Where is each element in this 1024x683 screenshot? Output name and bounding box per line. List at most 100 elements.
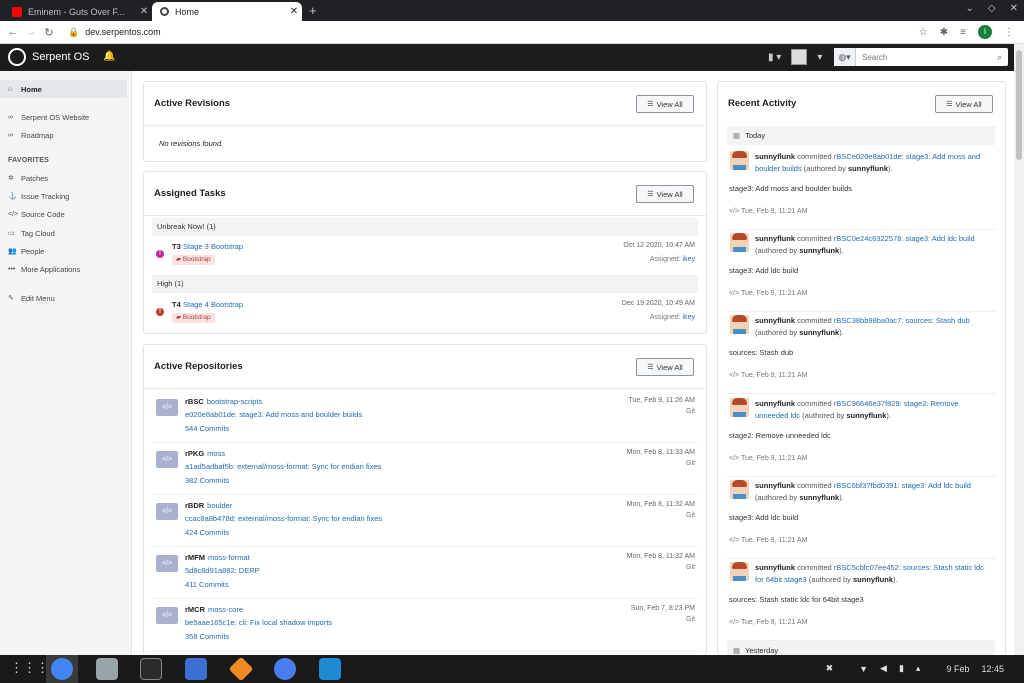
commit-count-link[interactable]: 424 Commits (185, 528, 229, 537)
task-link[interactable]: Stage 4 Bootstrap (183, 300, 243, 309)
repository-row[interactable]: </> rPKG moss a1ad5adbaf5b: external/moss… (152, 443, 698, 495)
maximize-icon[interactable]: ◇ (988, 3, 996, 14)
sidebar-item-tag-cloud[interactable]: ▭ Tag Cloud (0, 224, 127, 242)
task-row[interactable]: ! T4 Stage 4 Bootstrap ▰ Bootstrap Dec 1… (152, 294, 698, 330)
scrollbar-thumb[interactable] (1016, 50, 1022, 160)
user-avatar[interactable] (730, 315, 749, 334)
repository-link[interactable]: moss-core (208, 605, 243, 614)
user-avatar[interactable] (730, 233, 749, 252)
user-link[interactable]: sunnyflunk (755, 563, 795, 572)
author-link[interactable]: sunnyflunk (848, 164, 888, 173)
commit-count-link[interactable]: 382 Commits (185, 476, 229, 485)
user-avatar[interactable] (730, 151, 749, 170)
repository-row[interactable]: </> rMFM moss-format 5d8c8d91a882: DERP 4… (152, 547, 698, 599)
task-row[interactable]: ! T3 Stage 3 Bootstrap ▰ Bootstrap Oct 1… (152, 236, 698, 272)
tasks-icon[interactable] (185, 658, 207, 680)
view-all-button[interactable]: ☰ View All (636, 185, 694, 203)
battery-icon[interactable]: ▮ (899, 663, 904, 674)
user-link[interactable]: sunnyflunk (755, 316, 795, 325)
assignee-link[interactable]: ikey (683, 256, 695, 263)
tab-home[interactable]: Home ✕ (152, 2, 302, 21)
user-link[interactable]: sunnyflunk (755, 234, 795, 243)
files-icon[interactable] (96, 658, 118, 680)
author-link[interactable]: sunnyflunk (853, 575, 893, 584)
commit-link[interactable]: rBSC0e24c6322578: stage3: Add ldc build (834, 234, 975, 243)
task-link[interactable]: Stage 3 Bootstrap (183, 242, 243, 251)
repository-link[interactable]: moss-format (208, 553, 250, 562)
user-link[interactable]: sunnyflunk (755, 481, 795, 490)
repository-row[interactable]: </> rMCR moss-core be5aae165c1e: cli: Fix… (152, 599, 698, 651)
tab-youtube[interactable]: Eminem - Guts Over F... ✕ (4, 2, 152, 21)
commit-link[interactable]: be5aae165c1e: cli: Fix local shadow impo… (185, 618, 332, 627)
commit-link[interactable]: rBSC6bf37fbd0391: stage3: Add ldc build (834, 481, 971, 490)
media-queue-icon[interactable]: ≡ (960, 27, 966, 38)
sidebar-item-more-applications[interactable]: ••• More Applications (0, 260, 127, 278)
repository-row[interactable]: </> rBDR boulder ccac8a8b478d: external/m… (152, 495, 698, 547)
page-scrollbar[interactable] (1014, 44, 1024, 655)
assignee-link[interactable]: ikey (683, 314, 695, 321)
sidebar-item-people[interactable]: 👥 People (0, 242, 127, 260)
commit-link[interactable]: a1ad5adbaf5b: external/moss-format: Sync… (185, 462, 381, 471)
commit-link[interactable]: 5d8c8d91a882: DERP (185, 566, 260, 575)
signal-icon[interactable] (274, 658, 296, 680)
close-icon[interactable]: ✕ (136, 6, 152, 17)
sidebar-item-issue-tracking[interactable]: ⚓ Issue Tracking (0, 187, 127, 205)
project-tag[interactable]: ▰ Bootstrap (172, 255, 215, 265)
forward-icon[interactable]: → (22, 26, 40, 38)
user-avatar[interactable] (730, 562, 749, 581)
user-avatar[interactable] (730, 398, 749, 417)
author-link[interactable]: sunnyflunk (799, 246, 839, 255)
wifi-icon[interactable]: ▼ (859, 664, 868, 674)
app-name[interactable]: Serpent OS (32, 51, 89, 63)
view-all-button[interactable]: ☰ View All (636, 358, 694, 376)
chevron-down-icon[interactable]: ▾ (817, 52, 822, 63)
search-icon[interactable]: ⌕ (997, 52, 1002, 63)
repository-row[interactable]: </> rBSC bootstrap-scripts e020e8ab01de: … (152, 391, 698, 443)
vscode-icon[interactable] (319, 658, 341, 680)
repository-link[interactable]: bootstrap-scripts (207, 397, 262, 406)
bookmark-star-icon[interactable]: ☆ (919, 27, 928, 38)
close-icon[interactable]: ✕ (286, 6, 302, 17)
view-all-button[interactable]: ☰ View All (636, 95, 694, 113)
back-icon[interactable]: ← (4, 26, 22, 38)
minimize-icon[interactable]: ⌄ (966, 3, 974, 14)
commit-link[interactable]: rBSC38bb98ba0ac7: sources: Stash dub (834, 316, 970, 325)
project-tag[interactable]: ▰ Bootstrap (172, 313, 215, 323)
repository-link[interactable]: moss (207, 449, 225, 458)
sidebar-item-roadmap[interactable]: ∞ Roadmap (0, 126, 127, 144)
menu-kebab-icon[interactable]: ⋮ (1004, 27, 1014, 38)
sidebar-item-source-code[interactable]: </> Source Code (0, 205, 127, 223)
volume-icon[interactable]: ◀ (880, 663, 887, 674)
address-bar[interactable]: 🔒 dev.serpentos.com (68, 27, 161, 38)
search-input[interactable] (862, 52, 997, 62)
sidebar-item-home[interactable]: ⌂ Home (0, 80, 127, 98)
chrome-icon[interactable] (51, 658, 73, 680)
terminal-icon[interactable] (140, 658, 162, 680)
user-avatar[interactable] (730, 480, 749, 499)
bookmark-icon[interactable]: ▮ ▾ (768, 52, 781, 63)
commit-count-link[interactable]: 544 Commits (185, 424, 229, 433)
sidebar-item-patches[interactable]: ✲ Patches (0, 169, 127, 187)
hexchat-icon[interactable] (228, 656, 254, 682)
repository-link[interactable]: boulder (207, 501, 232, 510)
new-tab-button[interactable]: + (309, 3, 317, 18)
author-link[interactable]: sunnyflunk (846, 411, 886, 420)
user-avatar[interactable] (791, 49, 808, 65)
sidebar-item-website[interactable]: ∞ Serpent OS Website (0, 108, 127, 126)
close-window-icon[interactable]: ✕ (1010, 3, 1018, 14)
user-link[interactable]: sunnyflunk (755, 152, 795, 161)
view-all-button[interactable]: ☰ View All (935, 95, 993, 113)
extensions-icon[interactable]: ✱ (940, 27, 948, 38)
sidebar-item-edit-menu[interactable]: ✎ Edit Menu (0, 289, 127, 307)
dropbox-icon[interactable]: ✖ (826, 663, 834, 674)
commit-count-link[interactable]: 411 Commits (185, 580, 229, 589)
bell-icon[interactable]: 🔔 (103, 51, 115, 62)
lock-icon[interactable]: 🔒 (68, 27, 79, 38)
profile-avatar[interactable]: I (978, 25, 992, 39)
chevron-up-icon[interactable]: ▴ (916, 663, 921, 674)
commit-link[interactable]: e020e8ab01de: stage3: Add moss and bould… (185, 410, 362, 419)
author-link[interactable]: sunnyflunk (799, 328, 839, 337)
serpent-logo-icon[interactable] (8, 48, 26, 66)
commit-count-link[interactable]: 358 Commits (185, 632, 229, 641)
app-grid-icon[interactable]: ⋮⋮⋮ (10, 661, 49, 675)
